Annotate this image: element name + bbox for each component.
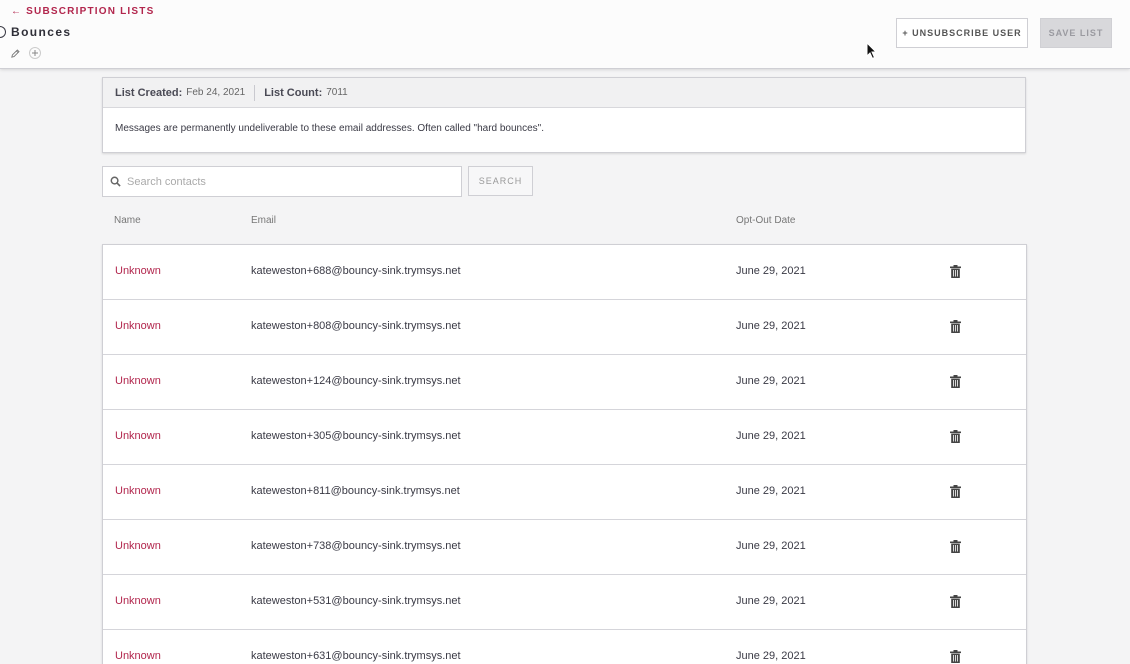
table-row: Unknown kateweston+738@bouncy-sink.tryms… (103, 520, 1026, 575)
trash-icon[interactable] (950, 485, 961, 498)
search-box (102, 166, 462, 197)
contacts-table: Unknown kateweston+688@bouncy-sink.tryms… (102, 244, 1027, 664)
contact-name-link[interactable]: Unknown (115, 430, 161, 442)
search-icon (110, 176, 121, 187)
trash-icon[interactable] (950, 375, 961, 388)
edit-pencil-icon[interactable] (9, 47, 21, 59)
trash-icon[interactable] (950, 320, 961, 333)
contact-name-link[interactable]: Unknown (115, 320, 161, 332)
contact-email: kateweston+531@bouncy-sink.trymsys.net (251, 595, 461, 607)
opt-out-date: June 29, 2021 (736, 595, 806, 607)
column-header-name: Name (114, 215, 141, 226)
search-input[interactable] (127, 175, 447, 188)
table-row: Unknown kateweston+124@bouncy-sink.tryms… (103, 355, 1026, 410)
title-tools (9, 47, 41, 59)
divider (254, 84, 256, 101)
opt-out-date: June 29, 2021 (736, 320, 806, 332)
page-title-wrap: Bounces (0, 24, 71, 40)
opt-out-date: June 29, 2021 (736, 485, 806, 497)
contact-email: kateweston+631@bouncy-sink.trymsys.net (251, 650, 461, 662)
table-row: Unknown kateweston+531@bouncy-sink.tryms… (103, 575, 1026, 630)
contact-email: kateweston+124@bouncy-sink.trymsys.net (251, 375, 461, 387)
table-row: Unknown kateweston+688@bouncy-sink.tryms… (103, 245, 1026, 300)
mouse-cursor-icon (866, 42, 878, 60)
page-title: Bounces (11, 25, 72, 39)
contact-name-link[interactable]: Unknown (115, 540, 161, 552)
list-count-label: List Count: (264, 86, 323, 99)
table-row: Unknown kateweston+305@bouncy-sink.tryms… (103, 410, 1026, 465)
contact-name-link[interactable]: Unknown (115, 485, 161, 497)
status-circle-icon (0, 26, 6, 38)
search-button[interactable]: SEARCH (468, 166, 533, 196)
contact-name-link[interactable]: Unknown (115, 595, 161, 607)
contact-email: kateweston+305@bouncy-sink.trymsys.net (251, 430, 461, 442)
opt-out-date: June 29, 2021 (736, 430, 806, 442)
list-created-label: List Created: (115, 86, 183, 99)
opt-out-date: June 29, 2021 (736, 540, 806, 552)
table-row: Unknown kateweston+808@bouncy-sink.tryms… (103, 300, 1026, 355)
list-created-value: Feb 24, 2021 (186, 87, 246, 98)
opt-out-date: June 29, 2021 (736, 375, 806, 387)
back-to-subscription-lists-link[interactable]: ← SUBSCRIPTION LISTS (11, 6, 154, 17)
trash-icon[interactable] (950, 595, 961, 608)
column-header-email: Email (251, 215, 277, 226)
contact-email: kateweston+738@bouncy-sink.trymsys.net (251, 540, 461, 552)
contact-email: kateweston+811@bouncy-sink.trymsys.net (251, 485, 460, 497)
unsubscribe-user-button[interactable]: + UNSUBSCRIBE USER (896, 18, 1028, 48)
trash-icon[interactable] (950, 265, 961, 278)
top-bar: ← SUBSCRIPTION LISTS Bounces + UNSUBSCRI… (0, 0, 1130, 69)
add-tag-icon[interactable] (29, 47, 41, 59)
table-row: Unknown kateweston+811@bouncy-sink.tryms… (103, 465, 1026, 520)
save-list-button[interactable]: SAVE LIST (1040, 18, 1112, 48)
trash-icon[interactable] (950, 540, 961, 553)
trash-icon[interactable] (950, 650, 961, 663)
opt-out-date: June 29, 2021 (736, 650, 806, 662)
list-info-header: List Created: Feb 24, 2021 List Count: 7… (103, 78, 1025, 108)
contact-name-link[interactable]: Unknown (115, 650, 161, 662)
contact-name-link[interactable]: Unknown (115, 265, 161, 277)
contact-email: kateweston+688@bouncy-sink.trymsys.net (251, 265, 461, 277)
column-header-opt-out-date: Opt-Out Date (736, 215, 796, 226)
list-count-value: 7011 (326, 87, 348, 98)
list-info-card: List Created: Feb 24, 2021 List Count: 7… (102, 77, 1026, 153)
contact-name-link[interactable]: Unknown (115, 375, 161, 387)
contact-email: kateweston+808@bouncy-sink.trymsys.net (251, 320, 461, 332)
list-description: Messages are permanently undeliverable t… (115, 123, 545, 134)
opt-out-date: June 29, 2021 (736, 265, 806, 277)
trash-icon[interactable] (950, 430, 961, 443)
table-row: Unknown kateweston+631@bouncy-sink.tryms… (103, 630, 1026, 664)
